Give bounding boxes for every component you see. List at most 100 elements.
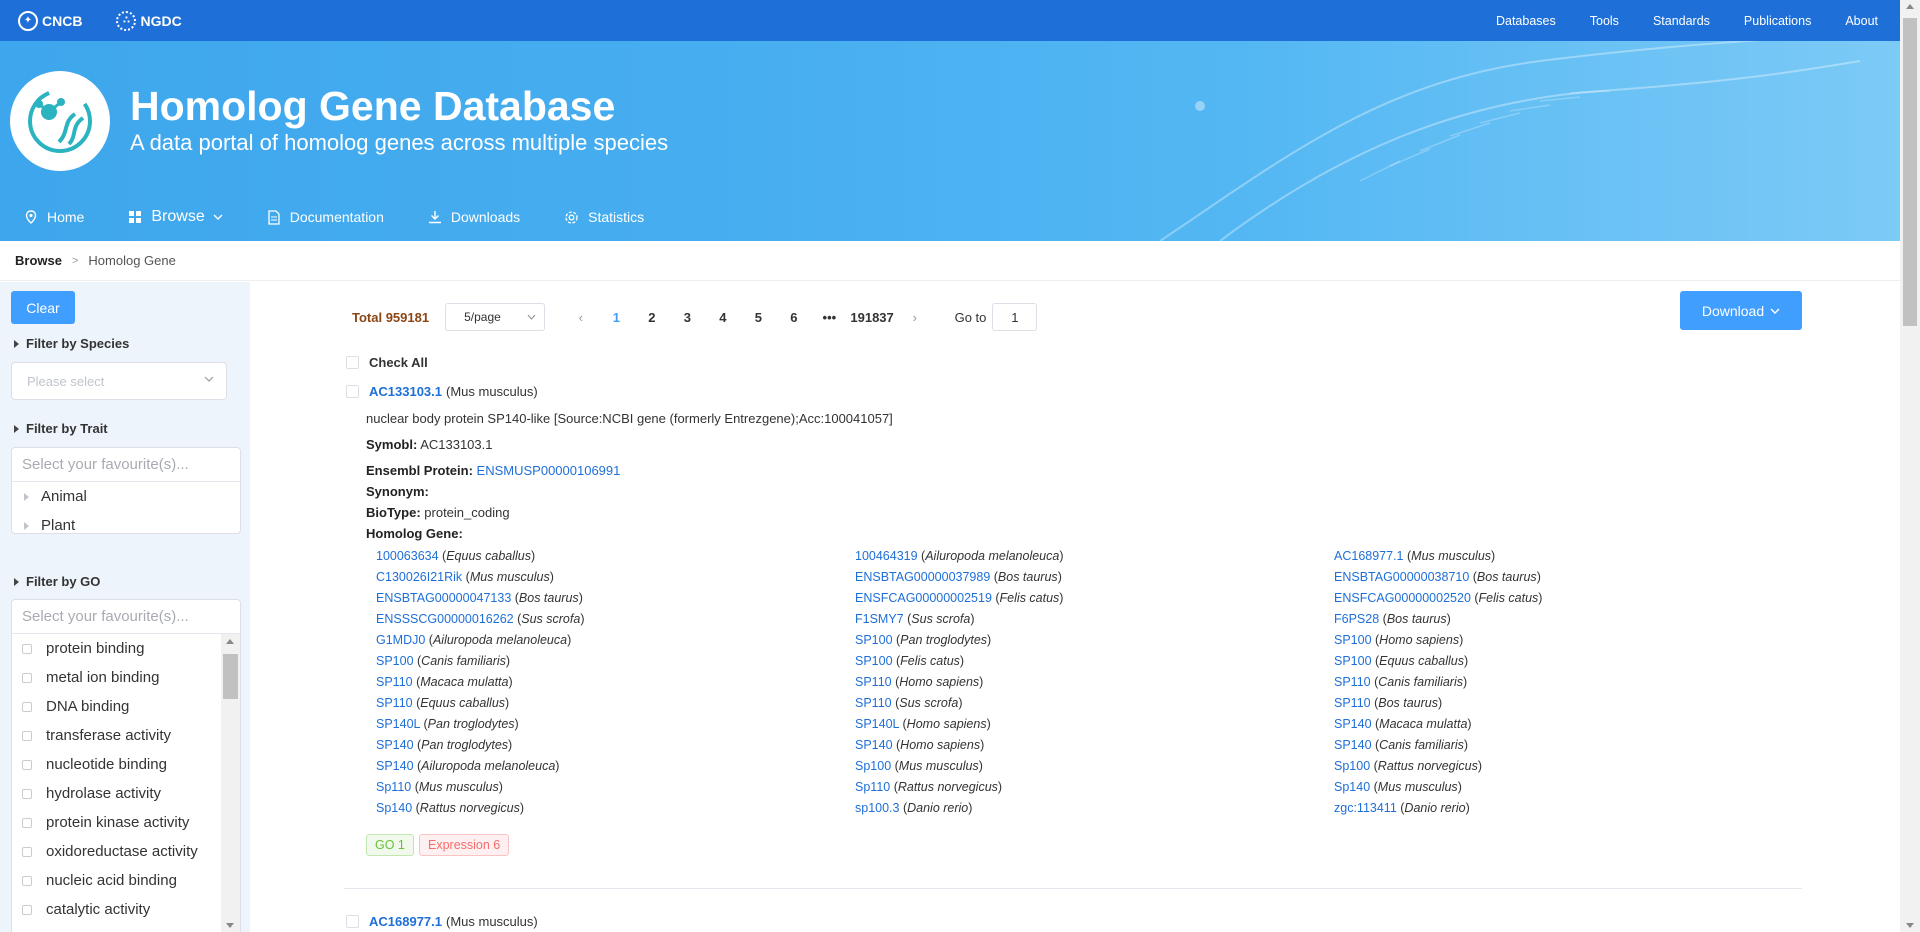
scrollbar-thumb[interactable] [223,654,238,699]
menu-documentation[interactable]: Documentation [267,209,384,225]
trait-item-plant[interactable]: Plant [12,511,240,540]
species-select[interactable]: Please select [11,362,227,400]
homolog-gene-link[interactable]: Sp140 [1334,780,1370,794]
next-page-icon[interactable]: › [897,310,933,325]
homolog-gene-link[interactable]: SP110 [855,696,892,710]
go-item[interactable]: catalytic activity [12,895,240,924]
scroll-up-icon[interactable] [1906,4,1914,9]
homolog-gene-link[interactable]: 100464319 [855,549,918,563]
homolog-gene-link[interactable]: SP100 [1334,654,1372,668]
checkbox[interactable] [22,730,32,741]
trait-search-input[interactable]: Select your favourite(s)... [12,448,240,482]
homolog-gene-link[interactable]: G1MDJ0 [376,633,425,647]
goto-page-input[interactable]: 1 [992,303,1038,331]
checkbox[interactable] [22,672,32,683]
homolog-gene-link[interactable]: Sp100 [855,759,891,773]
homolog-gene-link[interactable]: SP140 [376,738,414,752]
site-logo[interactable] [10,71,110,171]
homolog-gene-link[interactable]: ENSBTAG00000037989 [855,570,990,584]
filter-trait-header[interactable]: Filter by Trait [14,421,108,436]
go-item[interactable]: protein kinase activity [12,808,240,837]
go-item[interactable]: nucleotide binding [12,750,240,779]
menu-downloads[interactable]: Downloads [428,209,520,225]
page-scrollbar[interactable] [1900,0,1920,932]
page-4[interactable]: 4 [705,310,741,325]
menu-home[interactable]: Home [24,209,84,225]
trait-item-animal[interactable]: Animal [12,482,240,511]
homolog-gene-link[interactable]: ENSBTAG00000038710 [1334,570,1469,584]
go-search-input[interactable]: Select your favourite(s)... [12,600,240,634]
nav-about[interactable]: About [1845,14,1878,28]
page-last[interactable]: 191837 [847,310,897,325]
homolog-gene-link[interactable]: SP100 [376,654,414,668]
scrollbar-thumb[interactable] [1903,18,1917,326]
checkbox[interactable] [22,875,32,886]
homolog-gene-link[interactable]: SP140 [1334,738,1372,752]
homolog-gene-link[interactable]: Sp110 [376,780,411,794]
breadcrumb-browse[interactable]: Browse [15,253,62,268]
more-pages-ellipsis[interactable]: ••• [812,310,848,325]
ngdc-logo[interactable]: ∴ NGDC [116,10,182,31]
nav-standards[interactable]: Standards [1653,14,1710,28]
clear-button[interactable]: Clear [11,291,75,324]
cncb-logo[interactable]: ✦ CNCB [18,10,82,31]
checkbox[interactable] [22,904,32,915]
go-tag[interactable]: GO 1 [366,834,414,856]
checkbox[interactable] [22,846,32,857]
checkbox[interactable] [22,788,32,799]
ensembl-protein-link[interactable]: ENSMUSP00000106991 [477,463,621,478]
homolog-gene-link[interactable]: SP110 [1334,696,1371,710]
scroll-up-icon[interactable] [226,639,234,644]
scroll-down-icon[interactable] [226,923,234,928]
nav-tools[interactable]: Tools [1590,14,1619,28]
filter-go-header[interactable]: Filter by GO [14,574,100,589]
check-all[interactable]: Check All [346,355,428,370]
homolog-gene-link[interactable]: ENSBTAG00000047133 [376,591,511,605]
homolog-gene-link[interactable]: sp100.3 [855,801,899,815]
page-6[interactable]: 6 [776,310,812,325]
go-item[interactable]: nucleic acid binding [12,866,240,895]
expression-tag[interactable]: Expression 6 [419,834,510,856]
homolog-gene-link[interactable]: SP140 [376,759,414,773]
download-button[interactable]: Download [1680,291,1802,330]
page-size-select[interactable]: 5/page [445,303,546,331]
page-5[interactable]: 5 [741,310,777,325]
check-all-checkbox[interactable] [346,356,359,369]
homolog-gene-link[interactable]: SP100 [855,654,893,668]
homolog-gene-link[interactable]: AC168977.1 [1334,549,1404,563]
homolog-gene-link[interactable]: C130026I21Rik [376,570,462,584]
record-checkbox[interactable] [346,385,359,398]
go-item[interactable]: DNA binding [12,692,240,721]
go-item[interactable]: protein binding [12,634,240,663]
checkbox[interactable] [22,701,32,712]
homolog-gene-link[interactable]: SP140 [1334,717,1372,731]
homolog-gene-link[interactable]: zgc:113411 [1334,801,1397,815]
homolog-gene-link[interactable]: SP140 [855,738,893,752]
homolog-gene-link[interactable]: 100063634 [376,549,439,563]
homolog-gene-link[interactable]: Sp110 [855,780,890,794]
homolog-gene-link[interactable]: ENSFCAG00000002520 [1334,591,1471,605]
checkbox[interactable] [22,817,32,828]
page-3[interactable]: 3 [670,310,706,325]
homolog-gene-link[interactable]: ENSSSCG00000016262 [376,612,514,626]
nav-publications[interactable]: Publications [1744,14,1811,28]
page-1[interactable]: 1 [599,310,635,325]
go-item[interactable]: hydrolase activity [12,779,240,808]
record-gene-link[interactable]: AC133103.1 [369,384,442,399]
filter-species-header[interactable]: Filter by Species [14,336,129,351]
nav-databases[interactable]: Databases [1496,14,1556,28]
homolog-gene-link[interactable]: SP140L [376,717,420,731]
menu-browse[interactable]: Browse [128,208,223,226]
homolog-gene-link[interactable]: Sp100 [1334,759,1370,773]
homolog-gene-link[interactable]: Sp140 [376,801,412,815]
go-item[interactable]: transferase activity [12,721,240,750]
menu-statistics[interactable]: Statistics [564,209,644,225]
homolog-gene-link[interactable]: SP110 [1334,675,1371,689]
homolog-gene-link[interactable]: SP100 [1334,633,1372,647]
homolog-gene-link[interactable]: SP100 [855,633,893,647]
checkbox[interactable] [22,643,32,654]
homolog-gene-link[interactable]: F6PS28 [1334,612,1379,626]
go-item[interactable]: metal ion binding [12,663,240,692]
homolog-gene-link[interactable]: SP110 [376,675,413,689]
homolog-gene-link[interactable]: ENSFCAG00000002519 [855,591,992,605]
